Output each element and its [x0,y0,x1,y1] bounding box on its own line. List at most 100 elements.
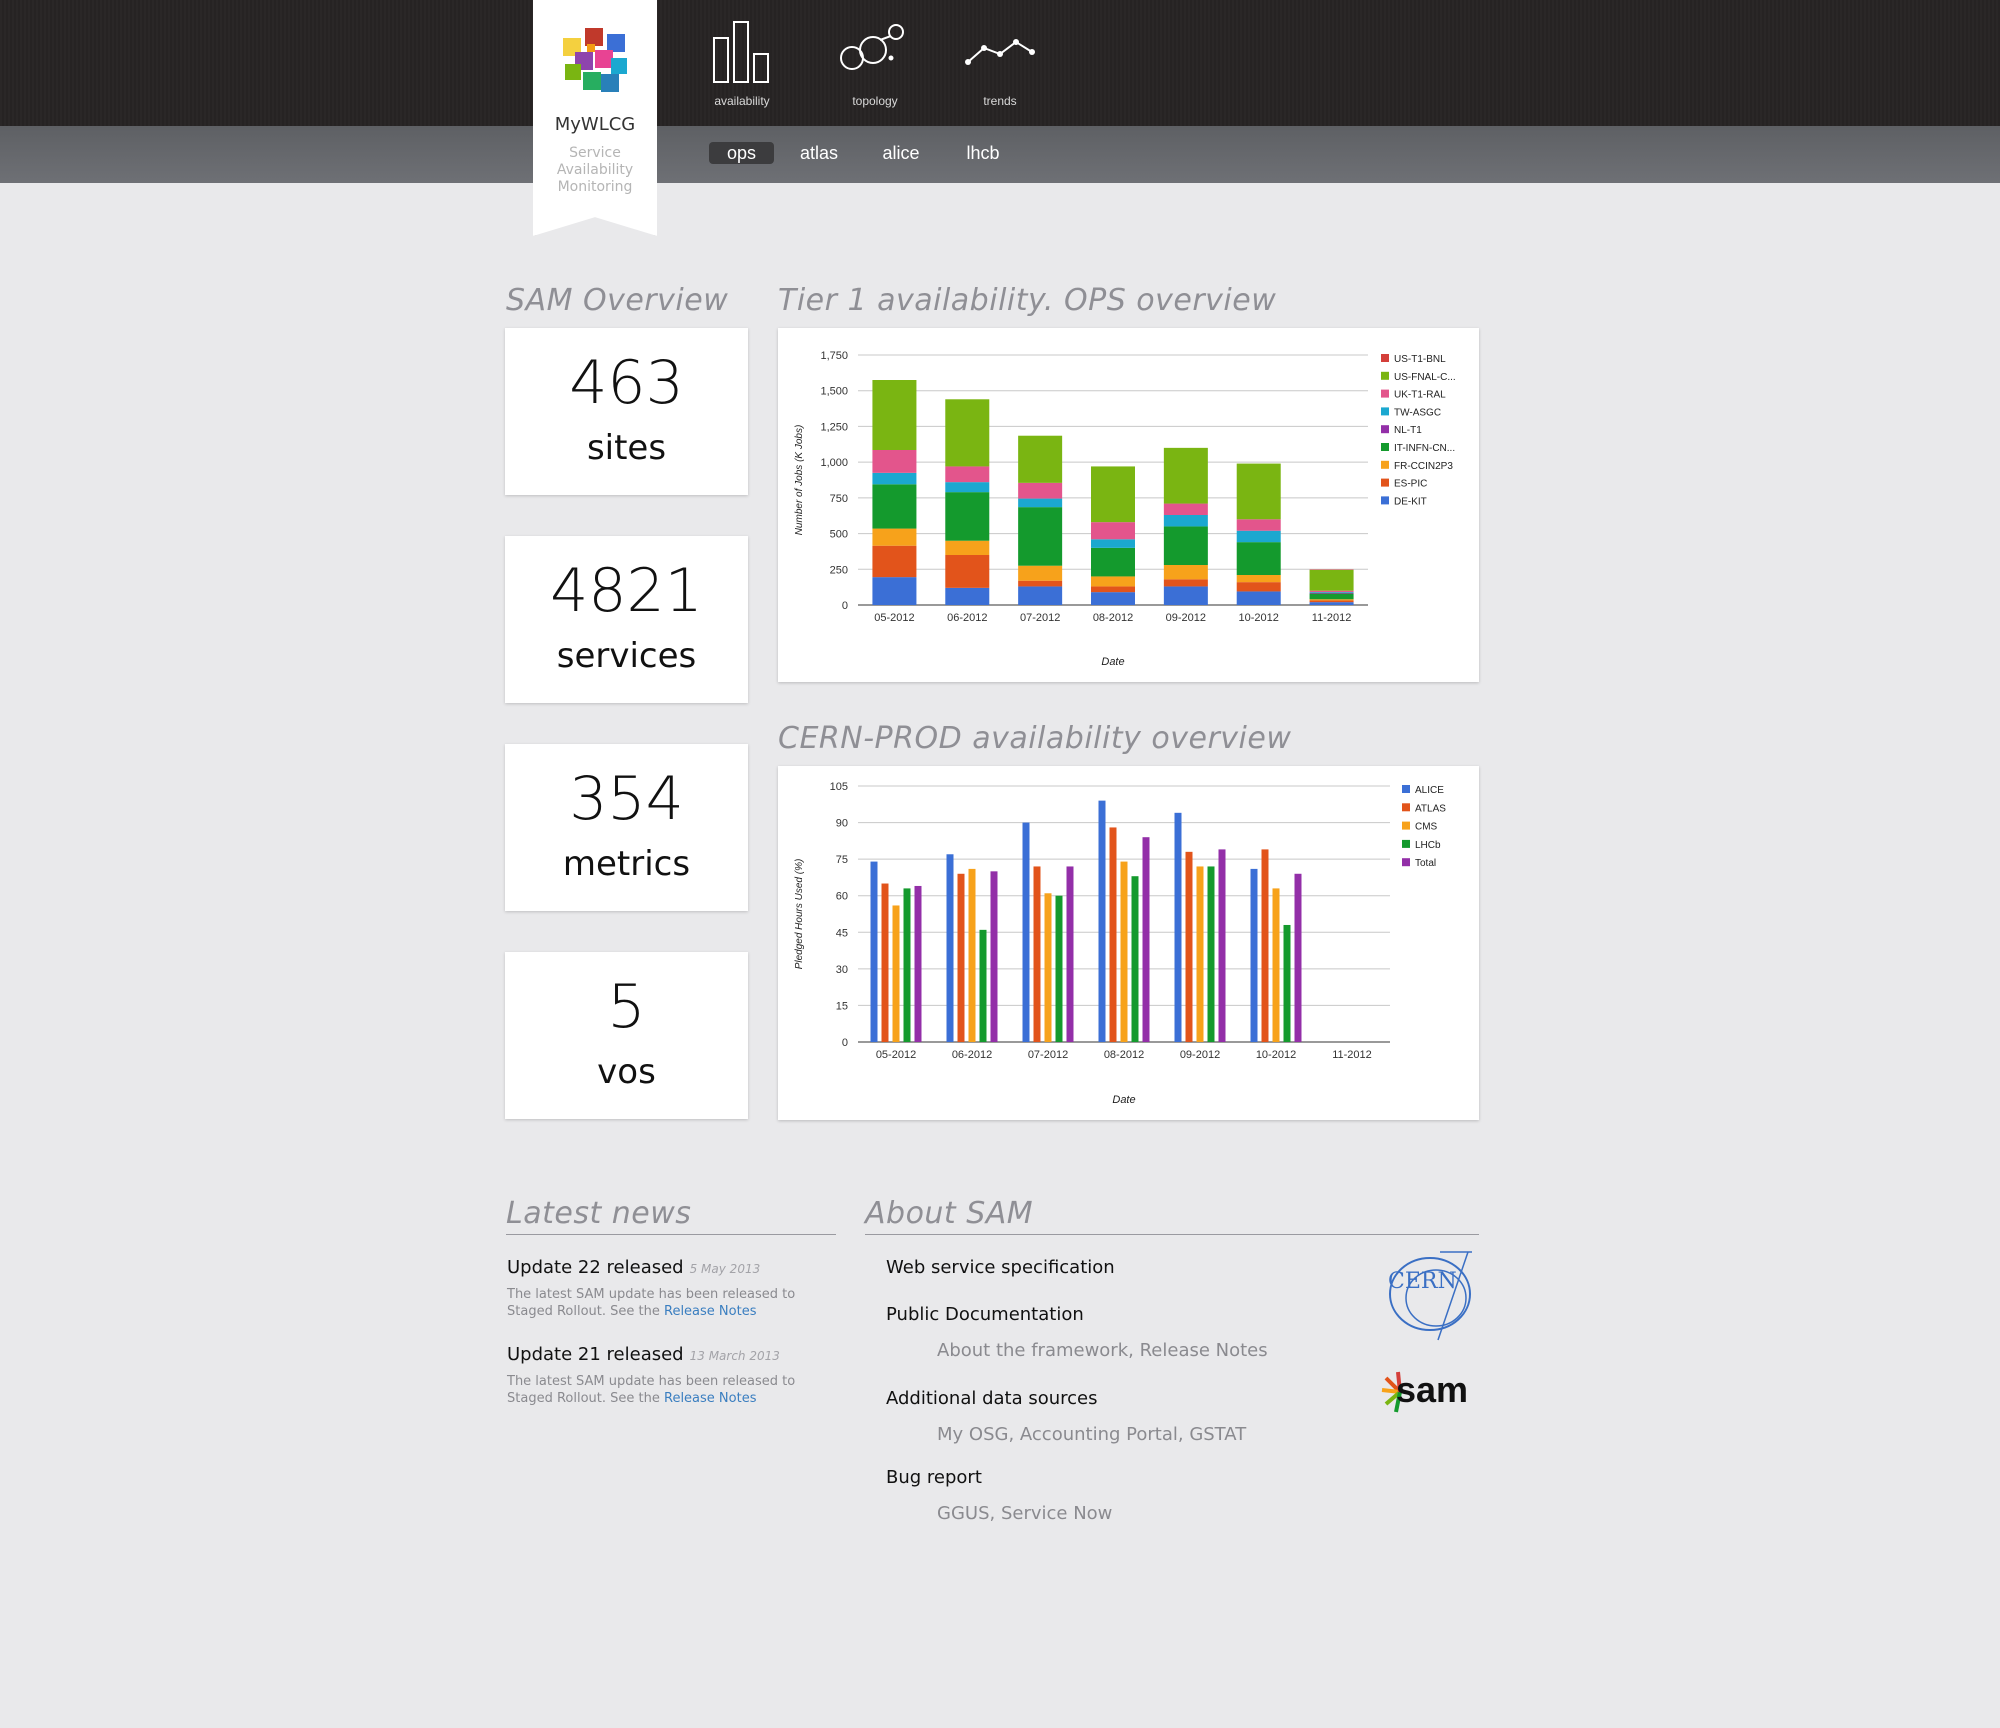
stat-card-services[interactable]: 4821 services [505,536,748,703]
ggus-link[interactable]: GGUS [937,1503,990,1524]
public-docs-heading[interactable]: Public Documentation [886,1304,1084,1325]
legend-swatch [1402,839,1410,848]
bar-segment [1163,526,1208,565]
legend-swatch [1402,803,1410,812]
tier1-stacked-bar-chart: 0 250 500 750 1,000 1,250 1,500 1,750 05-2012 06-… [794,350,1456,668]
legend-label: US-FNAL-C... [1394,372,1456,383]
bar-segment [872,380,917,450]
bar [1098,800,1106,1042]
brand-name: MyWLCG [554,114,636,135]
x-tick-label: 05-2012 [874,612,914,624]
gstat-link[interactable]: GSTAT [1189,1424,1246,1445]
news-date: 5 May 2013 [689,1262,761,1276]
y-tick-label: 15 [836,1000,848,1012]
legend-label: Total [1415,858,1436,869]
tab-alice[interactable]: alice [876,142,926,164]
release-notes-doc-link[interactable]: Release Notes [1140,1340,1268,1361]
x-axis-title: Date [1101,656,1124,668]
bar [1142,837,1150,1042]
x-tick-label: 06-2012 [947,612,987,624]
x-axis-title: Date [1112,1094,1135,1106]
x-tick-label: 08-2012 [1104,1049,1144,1061]
service-now-link[interactable]: Service Now [1001,1503,1112,1524]
x-tick-label: 07-2012 [1020,612,1060,624]
tab-atlas[interactable]: atlas [794,142,844,164]
legend-swatch [1402,821,1410,830]
release-notes-link[interactable]: Release Notes [664,1304,756,1319]
ws-spec-link[interactable]: Web service specification [886,1257,1115,1278]
bar-segment [945,540,990,555]
bar [1109,827,1117,1042]
bug-report-heading[interactable]: Bug report [886,1467,982,1488]
topology-icon [840,24,904,70]
news-title[interactable]: Update 22 released [507,1257,684,1278]
bar-segment [1018,507,1063,566]
legend-swatch [1381,496,1389,505]
stat-card-vos[interactable]: 5 vos [505,952,748,1119]
nav-trends[interactable]: trends [945,18,1055,113]
stat-card-sites[interactable]: 463 sites [505,328,748,495]
bar-segment [1018,498,1063,508]
additional-data-heading[interactable]: Additional data sources [886,1388,1098,1409]
bar-segment [1091,539,1135,548]
about-divider [865,1234,1479,1235]
about-sam-title: About SAM [865,1196,1034,1231]
sam-overview-title: SAM Overview [506,283,729,318]
legend-label: UK-T1-RAL [1394,390,1446,401]
legend-swatch [1381,389,1389,398]
news-divider [506,1234,836,1235]
my-osg-link[interactable]: My OSG [937,1424,1008,1445]
legend-label: CMS [1415,822,1438,833]
tab-ops[interactable]: ops [709,142,774,164]
y-tick-label: 45 [836,927,848,939]
stat-label: vos [597,1052,656,1092]
x-tick-label: 08-2012 [1093,612,1133,624]
legend-swatch [1381,354,1389,362]
release-notes-link[interactable]: Release Notes [664,1391,756,1406]
bar-segment [1091,592,1135,605]
brand-subtitle-line: Monitoring [557,179,633,195]
bar-segment [1091,586,1135,593]
y-tick-label: 30 [836,964,848,976]
bar-segment [1091,522,1135,540]
bar-segment [1309,600,1354,603]
legend-swatch [1381,443,1389,451]
y-tick-label: 1,000 [820,457,848,469]
about-framework-link[interactable]: About the framework [937,1340,1128,1361]
bar-segment [945,466,990,483]
nav-topology[interactable]: topology [820,18,930,113]
stat-label: metrics [562,844,691,884]
x-tick-label: 09-2012 [1166,612,1206,624]
bar-segment [1163,586,1208,605]
legend-label: IT-INFN-CN... [1394,443,1455,454]
news-title[interactable]: Update 21 released [507,1344,684,1365]
bar [1185,851,1193,1042]
y-axis-title: Pledged Hours Used (%) [794,859,805,970]
bar-segment [945,555,990,588]
tier1-chart-panel: 0 250 500 750 1,000 1,250 1,500 1,750 05-2012 06-… [778,328,1479,682]
x-tick-label: 09-2012 [1180,1049,1220,1061]
stat-value: 354 [569,764,684,834]
brand-banner[interactable]: MyWLCG Service Availability Monitoring [533,0,657,236]
brand-subtitle-line: Availability [556,162,634,178]
bar [1033,866,1041,1042]
brand-subtitle: Service Availability Monitoring [543,145,647,196]
legend-label: NL-T1 [1394,425,1422,436]
bar [1283,924,1291,1042]
bar-segment [1309,602,1354,605]
stat-value: 4821 [550,556,703,626]
nav-availability[interactable]: availability [687,18,797,113]
news-body: The latest SAM update has been released … [507,1286,837,1320]
y-tick-label: 1,750 [820,350,848,362]
brand-subtitle-line: Service [569,145,621,161]
bar-chart-icon [713,21,769,83]
tab-lhcb[interactable]: lhcb [958,142,1008,164]
stat-card-metrics[interactable]: 354 metrics [505,744,748,911]
accounting-portal-link[interactable]: Accounting Portal [1020,1424,1178,1445]
y-tick-label: 75 [836,854,848,866]
bar-segment [1236,582,1281,592]
bar-segment [1236,519,1281,531]
bar [1120,861,1128,1042]
x-tick-label: 11-2012 [1332,1049,1372,1061]
nav-label: trends [983,94,1017,108]
